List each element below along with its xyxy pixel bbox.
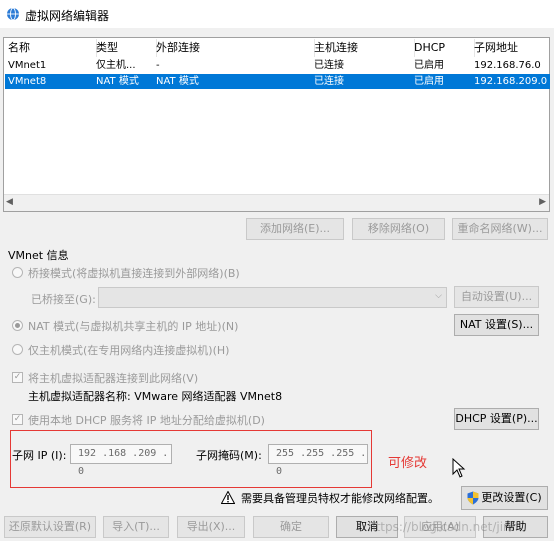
cell-dhcp: 已启用 [414,60,444,71]
mouse-cursor-icon [452,458,466,478]
subnet-mask-field[interactable]: 255 .255 .255 . 0 [268,444,368,477]
connect-adapter-label: 将主机虚拟适配器连接到此网络(V) [28,372,199,385]
cell-subnet: 192.168.76.0 [474,60,541,71]
cell-external: NAT 模式 [156,76,199,87]
horizontal-scrollbar[interactable]: ◀ ▶ [4,194,549,211]
cell-host: 已连接 [314,76,344,87]
cell-host: 已连接 [314,60,344,71]
adapter-name-text: 主机虚拟适配器名称: VMware 网络适配器 VMnet8 [28,390,283,403]
auto-settings-button[interactable]: 自动设置(U)... [454,286,539,308]
subnet-ip-field[interactable]: 192 .168 .209 . 0 [70,444,172,477]
cell-dhcp: 已启用 [414,76,444,87]
remove-network-button[interactable]: 移除网络(O) [352,218,445,240]
bridged-to-select[interactable]: ⌵ [98,287,447,308]
table-row-selected[interactable]: VMnet8 NAT 模式 NAT 模式 已连接 已启用 192.168.209… [5,74,550,89]
col-header-host[interactable]: 主机连接 [310,39,415,57]
annotation-note: 可修改 [388,456,428,471]
col-header-name[interactable]: 名称 [4,39,97,57]
connect-adapter-checkbox[interactable]: ✓ [12,372,23,383]
export-button[interactable]: 导出(X)... [177,516,245,538]
warning-icon [221,491,235,504]
change-settings-button[interactable]: 更改设置(C) [461,486,548,510]
title-bar: 虚拟网络编辑器 [0,0,554,28]
uac-shield-icon [467,491,479,505]
restore-defaults-button[interactable]: 还原默认设置(R) [4,516,96,538]
rename-network-button[interactable]: 重命名网络(W)... [452,218,548,240]
dhcp-checkbox[interactable]: ✓ [12,414,23,425]
bridge-mode-radio[interactable] [12,267,23,278]
bridge-mode-label: 桥接模式(将虚拟机直接连接到外部网络)(B) [28,267,240,280]
scroll-left-icon[interactable]: ◀ [6,197,13,207]
scroll-right-icon[interactable]: ▶ [539,197,546,207]
network-globe-icon [7,7,19,21]
cell-type: 仅主机... [96,60,136,71]
vmnet-info-title: VMnet 信息 [8,249,69,262]
cell-external: - [156,60,160,71]
col-header-subnet[interactable]: 子网地址 [470,39,554,57]
nat-mode-radio[interactable] [12,320,23,331]
window-title: 虚拟网络编辑器 [25,9,110,23]
nat-settings-button[interactable]: NAT 设置(S)... [454,314,539,336]
import-button[interactable]: 导入(T)... [103,516,169,538]
nat-mode-label: NAT 模式(与虚拟机共享主机的 IP 地址)(N) [28,320,239,333]
dhcp-label: 使用本地 DHCP 服务将 IP 地址分配给虚拟机(D) [28,414,265,427]
cell-subnet: 192.168.209.0 [474,76,548,87]
col-header-type[interactable]: 类型 [92,39,157,57]
cell-name: VMnet1 [8,60,47,71]
table-row[interactable]: VMnet1 仅主机... - 已连接 已启用 192.168.76.0 [5,58,550,73]
subnet-mask-label: 子网掩码(M): [196,449,262,462]
col-header-dhcp[interactable]: DHCP [410,39,475,57]
network-list[interactable]: 名称 类型 外部连接 主机连接 DHCP 子网地址 VMnet1 仅主机... … [3,37,550,212]
chevron-down-icon: ⌵ [435,291,442,301]
host-only-radio[interactable] [12,344,23,355]
admin-notice-text: 需要具备管理员特权才能修改网络配置。 [241,492,439,505]
subnet-ip-label: 子网 IP (I): [12,449,67,462]
dhcp-settings-button[interactable]: DHCP 设置(P)... [454,408,539,430]
watermark-text: https://blog.csdn.net/jinh [368,520,519,534]
change-settings-label: 更改设置(C) [481,491,542,504]
col-header-external[interactable]: 外部连接 [152,39,315,57]
host-only-label: 仅主机模式(在专用网络内连接虚拟机)(H) [28,344,230,357]
add-network-button[interactable]: 添加网络(E)... [246,218,344,240]
ok-button[interactable]: 确定 [253,516,329,538]
cell-type: NAT 模式 [96,76,139,87]
bridged-to-label: 已桥接至(G): [31,293,96,306]
cell-name: VMnet8 [8,76,47,87]
